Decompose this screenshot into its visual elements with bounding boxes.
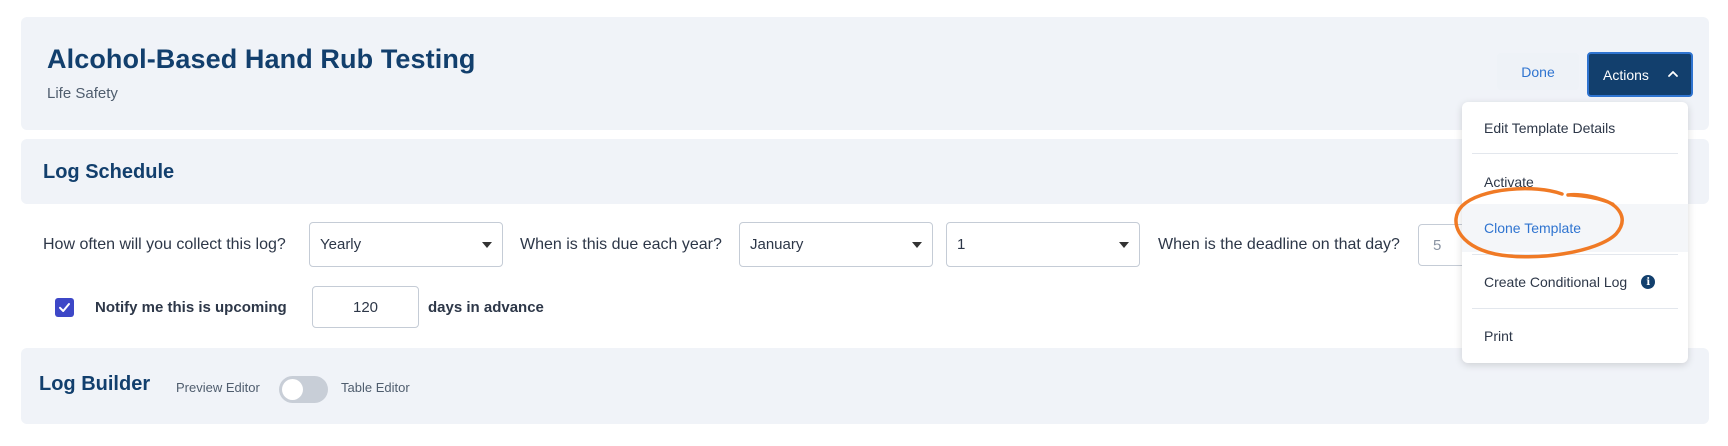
info-icon[interactable]: i — [1641, 275, 1656, 289]
menu-divider — [1472, 308, 1678, 309]
days-in-advance-label: days in advance — [428, 299, 544, 316]
preview-editor-label: Preview Editor — [176, 380, 260, 395]
due-question: When is this due each year? — [520, 236, 722, 253]
frequency-select[interactable]: Yearly — [309, 222, 503, 267]
menu-item-activate[interactable]: Activate — [1462, 158, 1688, 206]
menu-divider — [1472, 153, 1678, 154]
notify-checkbox[interactable] — [55, 298, 74, 317]
notify-days-input[interactable]: 120 — [312, 286, 419, 328]
caret-down-icon — [482, 242, 492, 248]
menu-item-label: Print — [1484, 328, 1513, 344]
menu-item-create-conditional-log[interactable]: Create Conditional Log i — [1462, 258, 1688, 306]
menu-item-label: Create Conditional Log — [1484, 274, 1628, 290]
table-editor-label: Table Editor — [341, 380, 410, 395]
caret-down-icon — [912, 242, 922, 248]
frequency-question: How often will you collect this log? — [43, 236, 286, 253]
menu-divider — [1472, 254, 1678, 255]
template-header: Alcohol-Based Hand Rub Testing Life Safe… — [21, 17, 1709, 130]
page-title: Alcohol-Based Hand Rub Testing — [47, 44, 476, 74]
menu-item-edit-template-details[interactable]: Edit Template Details — [1462, 104, 1688, 152]
actions-dropdown-menu: Edit Template Details Activate Clone Tem… — [1462, 102, 1688, 363]
actions-button-label: Actions — [1603, 66, 1649, 83]
actions-button[interactable]: Actions — [1587, 52, 1693, 97]
due-month-value: January — [750, 236, 804, 253]
editor-toggle[interactable] — [279, 376, 328, 403]
due-day-select[interactable]: 1 — [946, 222, 1140, 267]
menu-item-print[interactable]: Print — [1462, 312, 1688, 360]
caret-down-icon — [1119, 242, 1129, 248]
notify-days-value: 120 — [352, 298, 379, 316]
menu-item-label: Activate — [1484, 174, 1534, 190]
page-subtitle: Life Safety — [47, 85, 118, 102]
log-schedule-header: Log Schedule — [21, 139, 1709, 204]
menu-item-clone-template[interactable]: Clone Template — [1462, 204, 1688, 252]
menu-item-label: Edit Template Details — [1484, 120, 1616, 136]
frequency-select-value: Yearly — [320, 236, 362, 253]
menu-item-label: Clone Template — [1484, 220, 1582, 236]
due-month-select[interactable]: January — [739, 222, 933, 267]
done-button[interactable]: Done — [1497, 53, 1579, 90]
toggle-knob — [282, 379, 303, 400]
notify-label: Notify me this is upcoming — [95, 299, 287, 316]
checkmark-icon — [59, 303, 70, 312]
log-builder-title: Log Builder — [39, 373, 151, 395]
log-builder-panel: Log Builder — [21, 348, 1709, 424]
due-day-value: 1 — [957, 236, 966, 253]
log-schedule-title: Log Schedule — [43, 161, 175, 183]
chevron-up-icon — [1668, 71, 1678, 77]
deadline-question: When is the deadline on that day? — [1158, 236, 1400, 253]
deadline-value: 5 — [1433, 236, 1442, 254]
